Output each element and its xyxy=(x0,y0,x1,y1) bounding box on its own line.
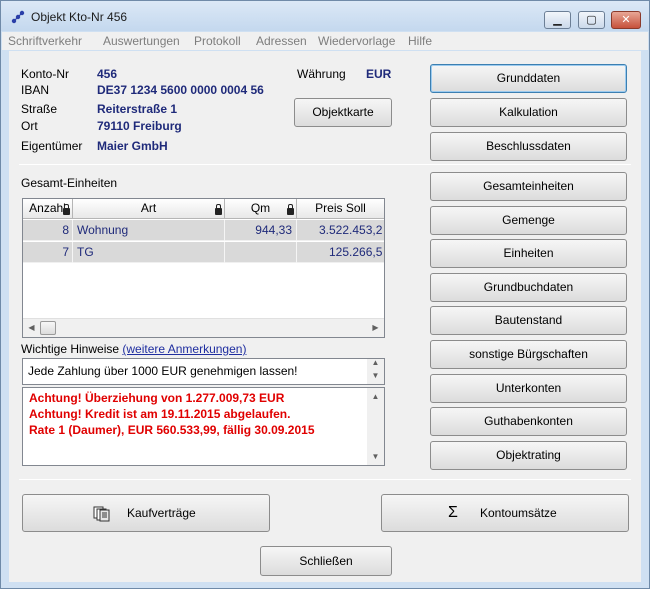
app-icon xyxy=(11,10,25,24)
warning-line: Achtung! Kredit ist am 19.11.2015 abgela… xyxy=(29,407,291,421)
grid-hscrollbar[interactable]: ◀ ▶ xyxy=(23,318,384,337)
menu-schriftverkehr[interactable]: Schriftverkehr xyxy=(8,34,82,48)
konto-value: 456 xyxy=(97,67,118,81)
col-qm-label: Qm xyxy=(250,201,271,215)
col-art-label: Art xyxy=(140,201,157,215)
eigentuemer-label: Eigentümer xyxy=(21,139,83,153)
hinweise-text: Wichtige Hinweise xyxy=(21,342,120,356)
einheiten-button[interactable]: Einheiten xyxy=(430,239,627,268)
lock-icon xyxy=(287,204,294,215)
guthabenkonten-button[interactable]: Guthabenkonten xyxy=(430,407,627,436)
kaufvertraege-label: Kaufverträge xyxy=(127,506,196,520)
title-bar[interactable]: Objekt Kto-Nr 456 ▁ ▢ ✕ xyxy=(1,1,649,31)
gesamt-einheiten-label: Gesamt-Einheiten xyxy=(21,176,118,190)
menu-adressen[interactable]: Adressen xyxy=(256,34,307,48)
units-grid[interactable]: Anzahl Art Qm Preis Soll 8 Wohnung 944,3… xyxy=(22,198,385,338)
lock-icon xyxy=(215,204,222,215)
col-anzahl-label: Anzahl xyxy=(29,201,66,215)
ort-label: Ort xyxy=(21,119,38,133)
schliessen-button[interactable]: Schließen xyxy=(260,546,392,576)
close-icon: ✕ xyxy=(621,14,631,26)
menu-protokoll[interactable]: Protokoll xyxy=(194,34,241,48)
hinweise-label: Wichtige Hinweise (weitere Anmerkungen) xyxy=(21,342,246,356)
sonstige-buergschaften-button[interactable]: sonstige Bürgschaften xyxy=(430,340,627,369)
separator-bottom xyxy=(19,479,631,480)
menu-wiedervorlage[interactable]: Wiedervorlage xyxy=(318,34,395,48)
gesamteinheiten-button[interactable]: Gesamteinheiten xyxy=(430,172,627,201)
maximize-icon: ▢ xyxy=(586,14,597,26)
scroll-down-icon[interactable]: ▼ xyxy=(367,370,384,382)
sigma-icon: Σ xyxy=(448,504,458,521)
documents-icon xyxy=(93,506,110,522)
warning-line: Achtung! Überziehung von 1.277.009,73 EU… xyxy=(29,391,285,405)
col-anzahl[interactable]: Anzahl xyxy=(23,199,73,219)
col-art[interactable]: Art xyxy=(73,199,225,219)
table-row[interactable]: 7 TG 125.266,5 xyxy=(23,242,384,263)
cell-preis: 125.266,5 xyxy=(329,245,383,259)
cell-anzahl: 8 xyxy=(23,220,73,241)
warning-line: Rate 1 (Daumer), EUR 560.533,99, fällig … xyxy=(29,423,315,437)
scroll-right-icon[interactable]: ▶ xyxy=(367,319,384,336)
warnings-scrollbar[interactable]: ▲ ▼ xyxy=(367,388,384,465)
maximize-button[interactable]: ▢ xyxy=(578,11,605,29)
menu-bar: Schriftverkehr Auswertungen Protokoll Ad… xyxy=(2,32,648,50)
client-area: Konto-Nr 456 IBAN DE37 1234 5600 0000 00… xyxy=(9,51,641,582)
iban-label: IBAN xyxy=(21,83,50,97)
scroll-left-icon[interactable]: ◀ xyxy=(23,319,40,336)
objektkarte-button[interactable]: Objektkarte xyxy=(294,98,392,127)
menu-hilfe[interactable]: Hilfe xyxy=(408,34,432,48)
waehrung-label: Währung xyxy=(297,67,346,81)
window-title: Objekt Kto-Nr 456 xyxy=(31,10,128,24)
eigentuemer-value: Maier GmbH xyxy=(97,139,168,153)
waehrung-value: EUR xyxy=(366,67,392,81)
beschlussdaten-button[interactable]: Beschlussdaten xyxy=(430,132,627,161)
grundbuchdaten-button[interactable]: Grundbuchdaten xyxy=(430,273,627,302)
scroll-down-icon[interactable]: ▼ xyxy=(367,448,384,465)
scroll-up-icon[interactable]: ▲ xyxy=(367,357,384,369)
gemenge-button[interactable]: Gemenge xyxy=(430,206,627,235)
minimize-button[interactable]: ▁ xyxy=(544,11,571,29)
scroll-up-icon[interactable]: ▲ xyxy=(367,388,384,405)
weitere-anmerkungen-link[interactable]: (weitere Anmerkungen) xyxy=(122,342,246,356)
object-window: Objekt Kto-Nr 456 ▁ ▢ ✕ Schriftverkehr A… xyxy=(0,0,650,589)
cell-qm xyxy=(225,242,297,263)
lock-icon xyxy=(63,204,70,215)
grunddaten-button[interactable]: Grunddaten xyxy=(430,64,627,93)
note-scrollbar[interactable]: ▲ ▼ xyxy=(367,357,384,384)
grid-header: Anzahl Art Qm Preis Soll xyxy=(23,199,384,219)
note-memo[interactable]: Jede Zahlung über 1000 EUR genehmigen la… xyxy=(22,358,385,385)
objektrating-button[interactable]: Objektrating xyxy=(430,441,627,470)
strasse-label: Straße xyxy=(21,102,58,116)
kontoumsaetze-button[interactable]: Σ Kontoumsätze xyxy=(381,494,629,532)
unterkonten-button[interactable]: Unterkonten xyxy=(430,374,627,403)
table-row[interactable]: 8 Wohnung 944,33 3.522.453,2 xyxy=(23,220,384,241)
note-text: Jede Zahlung über 1000 EUR genehmigen la… xyxy=(28,364,298,378)
kaufvertraege-button[interactable]: Kaufverträge xyxy=(22,494,270,532)
konto-label: Konto-Nr xyxy=(21,67,70,81)
cell-preis: 3.522.453,2 xyxy=(319,223,383,237)
warnings-memo[interactable]: Achtung! Überziehung von 1.277.009,73 EU… xyxy=(22,387,385,466)
scroll-thumb[interactable] xyxy=(40,321,56,335)
ort-value: 79110 Freiburg xyxy=(97,119,182,133)
cell-qm: 944,33 xyxy=(225,220,297,241)
cell-art: Wohnung xyxy=(73,220,225,241)
bautenstand-button[interactable]: Bautenstand xyxy=(430,306,627,335)
kalkulation-button[interactable]: Kalkulation xyxy=(430,98,627,127)
col-preis-soll[interactable]: Preis Soll xyxy=(297,199,384,219)
close-button[interactable]: ✕ xyxy=(611,11,641,29)
menu-auswertungen[interactable]: Auswertungen xyxy=(103,34,180,48)
strasse-value: Reiterstraße 1 xyxy=(97,102,178,116)
separator-top xyxy=(19,164,631,165)
iban-value: DE37 1234 5600 0000 0004 56 xyxy=(97,83,264,97)
col-qm[interactable]: Qm xyxy=(225,199,297,219)
minimize-icon: ▁ xyxy=(553,14,562,26)
col-preis-soll-label: Preis Soll xyxy=(315,201,366,215)
cell-anzahl: 7 xyxy=(23,242,73,263)
kontoumsaetze-label: Kontoumsätze xyxy=(480,506,557,520)
cell-art: TG xyxy=(73,242,225,263)
